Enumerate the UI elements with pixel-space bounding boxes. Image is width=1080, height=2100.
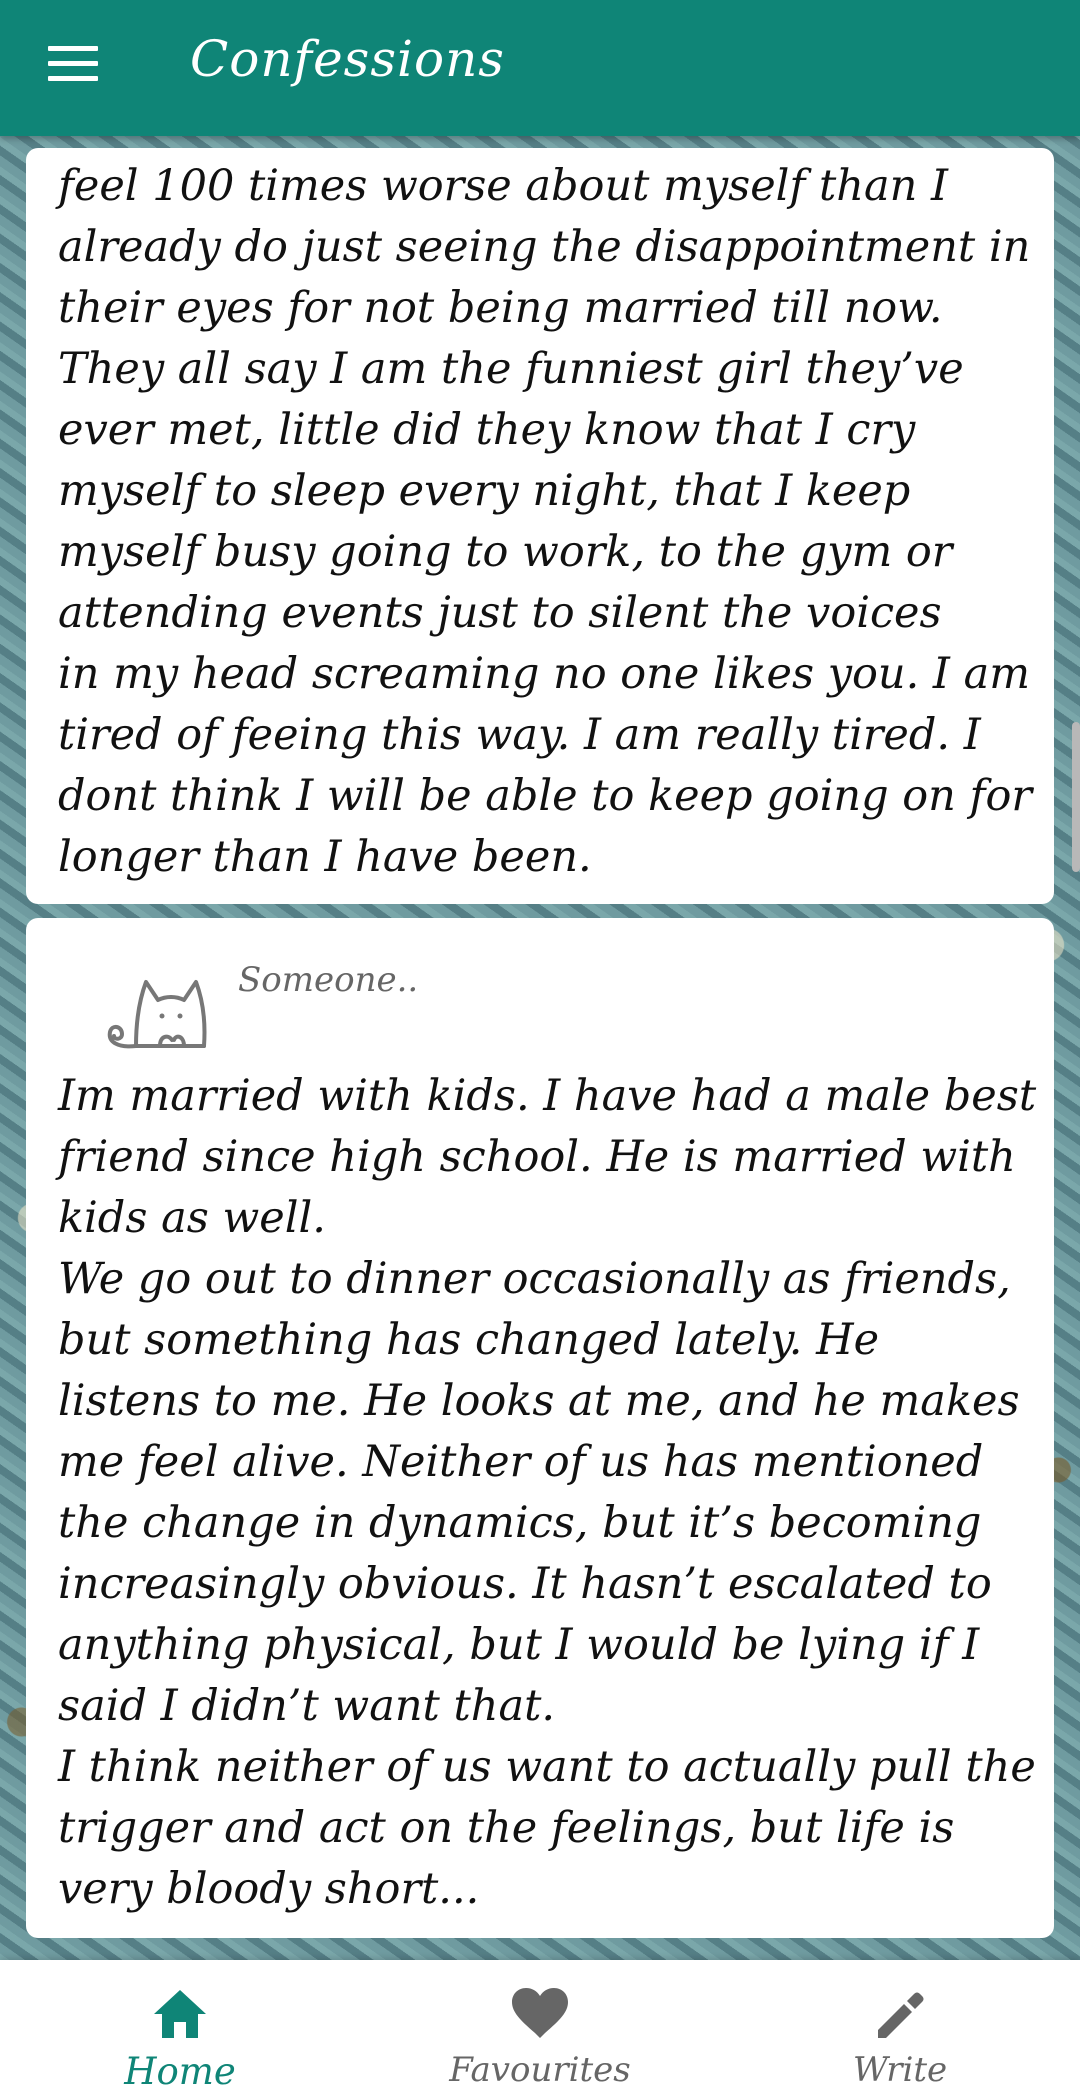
text-line: I think neither of us want to actually p… (58, 1742, 1036, 1792)
text-line: myself to sleep every night, that I keep (58, 466, 911, 516)
card-header: Someone.. (58, 918, 1054, 1066)
text-line: already do just seeing the disappointmen… (58, 222, 1031, 272)
text-line: Im married with kids. I have had a male … (58, 1071, 1037, 1121)
text-line: friend since high school. He is married … (58, 1132, 1016, 1182)
nav-write[interactable]: Write (720, 1960, 1080, 2100)
home-icon (154, 1990, 206, 2038)
text-line: dont think I will be able to keep going … (58, 771, 1032, 821)
text-line: attending events just to silent the voic… (58, 588, 942, 638)
nav-favourites[interactable]: Favourites (360, 1960, 720, 2100)
text-line: kids as well. (58, 1193, 326, 1243)
nav-home-label: Home (124, 2050, 236, 2093)
confession-text: feel 100 times worse about myself than I… (58, 156, 1058, 888)
text-line: tired of feeing this way. I am really ti… (58, 710, 981, 760)
text-line: longer than I have been. (58, 832, 592, 882)
bottom-navigation: Home Favourites Write (0, 1960, 1080, 2100)
text-line: myself busy going to work, to the gym or (58, 527, 953, 577)
text-line: the change in dynamics, but it’s becomin… (58, 1498, 982, 1548)
cat-icon (107, 980, 207, 1049)
nav-write-label: Write (852, 2050, 948, 2090)
text-line: but something has changed lately. He (58, 1315, 880, 1365)
text-line: They all say I am the funniest girl they… (58, 344, 964, 394)
app-bar: Confessions (0, 0, 1080, 136)
confession-card[interactable]: feel 100 times worse about myself than I… (26, 148, 1054, 904)
text-line: We go out to dinner occasionally as frie… (58, 1254, 1011, 1304)
hamburger-menu-icon[interactable] (48, 46, 98, 82)
confession-card[interactable]: Someone.. Im married with kids. I have h… (26, 918, 1054, 1938)
nav-favourites-label: Favourites (449, 2050, 631, 2090)
scrollbar[interactable] (1072, 722, 1080, 872)
text-line: said I didn’t want that. (58, 1681, 556, 1731)
nav-home[interactable]: Home (0, 1960, 360, 2100)
text-line: trigger and act on the feelings, but lif… (58, 1803, 955, 1853)
text-line: very bloody short... (58, 1864, 480, 1914)
text-line: anything physical, but I would be lying … (58, 1620, 980, 1670)
text-line: me feel alive. Neither of us has mention… (58, 1437, 984, 1487)
text-line: feel 100 times worse about myself than I (58, 161, 948, 211)
text-line: listens to me. He looks at me, and he ma… (58, 1376, 1020, 1426)
text-line: their eyes for not being married till no… (58, 283, 943, 333)
author-name: Someone.. (238, 960, 419, 1000)
app-title: Confessions (190, 30, 505, 88)
confession-text: Im married with kids. I have had a male … (58, 1066, 1058, 1920)
text-line: increasingly obvious. It hasn’t escalate… (58, 1559, 992, 1609)
pencil-icon (878, 1992, 924, 2038)
text-line: in my head screaming no one likes you. I… (58, 649, 1030, 699)
text-line: ever met, little did they know that I cr… (58, 405, 916, 455)
heart-icon (512, 1988, 568, 2038)
